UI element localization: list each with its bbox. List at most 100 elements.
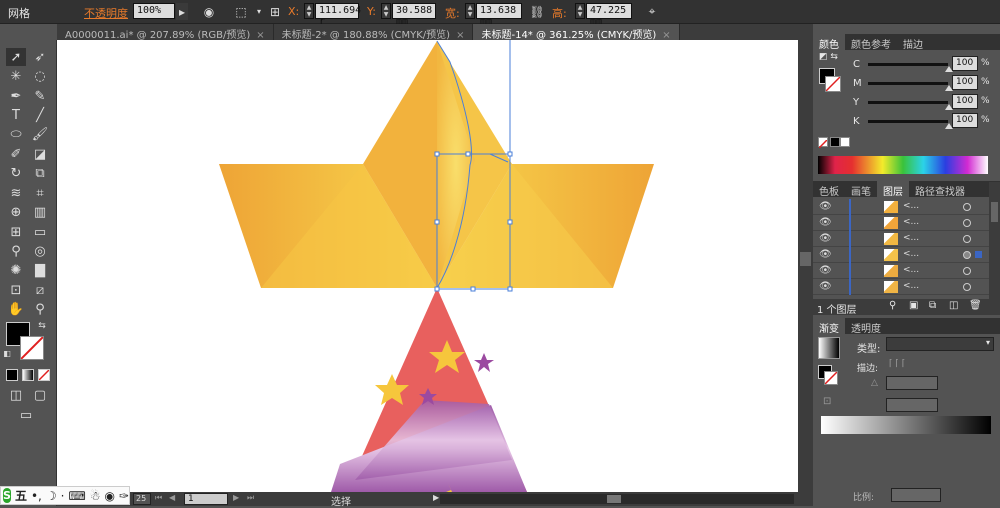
slider-track[interactable] <box>868 63 948 66</box>
stroke-swatch[interactable] <box>20 336 44 360</box>
dot-icon[interactable]: · <box>61 489 65 503</box>
clip-icon[interactable]: ▣ <box>909 300 918 311</box>
brush-icon[interactable]: 🖌 <box>30 125 50 143</box>
vertical-scrollbar[interactable] <box>798 40 813 492</box>
swap-icon[interactable]: ⇆ <box>36 320 48 332</box>
type-icon[interactable]: T <box>6 106 26 124</box>
layer-row[interactable]: 👁 <... <box>813 279 1000 295</box>
new-layer-icon[interactable]: ◫ <box>949 300 958 311</box>
h-input[interactable]: 47.225 mm <box>586 3 632 27</box>
eye-icon[interactable]: 👁 <box>819 201 832 212</box>
draw-normal-icon[interactable]: ◫ <box>6 386 26 404</box>
tab-color[interactable]: 颜色 <box>813 34 845 51</box>
tab-stroke[interactable]: 描边 <box>897 34 929 51</box>
x-input[interactable]: 111.694 r <box>315 3 361 27</box>
sogou-logo-icon[interactable]: S <box>3 488 11 503</box>
angle-dropdown[interactable] <box>886 376 938 390</box>
zoom-field[interactable]: 25 <box>133 493 151 505</box>
warp-icon[interactable]: ≋ <box>6 184 26 202</box>
slider-value[interactable]: 100 <box>952 113 978 128</box>
symbol-sprayer-icon[interactable]: ✺ <box>6 261 26 279</box>
tab-gradient[interactable]: 渐变 <box>813 318 845 335</box>
line-icon[interactable]: ╱ <box>30 106 50 124</box>
tab-transparency[interactable]: 透明度 <box>845 318 887 335</box>
magenta-slider[interactable]: M 100 % <box>813 75 1000 93</box>
slider-value[interactable]: 100 <box>952 75 978 90</box>
tab-brushes[interactable]: 画笔 <box>845 181 877 198</box>
target-icon[interactable] <box>963 203 971 211</box>
first-page-icon[interactable]: ⏮ <box>155 493 162 503</box>
scale-icon[interactable]: ⧉ <box>30 164 50 182</box>
moon-icon[interactable]: ☽ <box>46 489 57 503</box>
gradient-slider[interactable] <box>821 416 991 434</box>
eye-icon[interactable]: 👁 <box>819 281 832 292</box>
direct-select-icon[interactable]: ➶ <box>30 48 50 66</box>
tab-swatches[interactable]: 色板 <box>813 181 845 198</box>
constrain-link-icon[interactable]: ⛓ <box>528 3 546 20</box>
tab-color-guide[interactable]: 颜色参考 <box>845 34 897 51</box>
status-menu-icon[interactable]: ▶ <box>433 493 439 502</box>
eye-icon[interactable]: 👁 <box>819 233 832 244</box>
punctuation-icon[interactable]: •, <box>31 489 42 503</box>
layers-scrollbar[interactable] <box>989 182 1000 312</box>
gradient-stroke-swatch[interactable] <box>824 371 838 385</box>
stroke-mode-icons[interactable]: ⌈ ⌈ ⌈ <box>889 359 929 371</box>
yellow-slider[interactable]: Y 100 % <box>813 94 1000 112</box>
w-stepper[interactable]: ▲ ▼ <box>465 3 475 19</box>
skin-icon[interactable]: ◉ <box>105 489 115 503</box>
draw-behind-icon[interactable]: ▢ <box>30 386 50 404</box>
slider-value[interactable]: 100 <box>952 94 978 109</box>
shape-builder-icon[interactable]: ⊕ <box>6 203 26 221</box>
zoom-icon[interactable]: ⚲ <box>30 300 50 318</box>
pen-icon[interactable]: ✒ <box>6 87 26 105</box>
slice-icon[interactable]: ⧄ <box>30 281 50 299</box>
eraser-icon[interactable]: ◪ <box>30 145 50 163</box>
delete-icon[interactable]: 🗑 <box>969 300 982 311</box>
eye-icon[interactable]: 👁 <box>819 249 832 260</box>
wrench-icon[interactable]: ✑ <box>119 489 129 503</box>
none-swatch[interactable] <box>818 137 828 149</box>
tab-a0000011[interactable]: A0000011.ai* @ 207.89% (RGB/预览) × <box>57 24 274 41</box>
perspective-icon[interactable]: ▥ <box>30 203 50 221</box>
none-mode-icon[interactable] <box>38 369 50 381</box>
opacity-dropdown-icon[interactable]: ▸ <box>176 3 188 20</box>
pencil-icon[interactable]: ✐ <box>6 145 26 163</box>
hand-icon[interactable]: ✋ <box>6 300 26 318</box>
opacity-input[interactable]: 100% <box>133 3 175 19</box>
eye-icon[interactable]: 👁 <box>819 217 832 228</box>
w-input[interactable]: 13.638 mm <box>476 3 522 27</box>
y-input[interactable]: 30.588 mm <box>392 3 436 27</box>
align-icon[interactable]: ⬚ <box>232 3 250 20</box>
magic-wand-icon[interactable]: ✳ <box>6 67 26 85</box>
color-spectrum[interactable] <box>818 156 988 174</box>
reference-point-icon[interactable]: ⊞ <box>266 3 284 20</box>
h-stepper[interactable]: ▲ ▼ <box>575 3 585 19</box>
blend-icon[interactable]: ◎ <box>30 242 50 260</box>
scale-dropdown[interactable] <box>891 488 941 502</box>
color-mode-icon[interactable] <box>6 369 18 381</box>
layer-row[interactable]: 👁 <... <box>813 247 1000 263</box>
slider-track[interactable] <box>868 82 948 85</box>
recolor-icon[interactable]: ◉ <box>200 3 218 20</box>
target-icon[interactable] <box>963 283 971 291</box>
mesh-icon[interactable]: ⊞ <box>6 223 26 241</box>
page-field[interactable]: 1 <box>184 493 228 505</box>
layer-row[interactable]: 👁 <... <box>813 263 1000 279</box>
artboard-canvas[interactable] <box>57 40 798 492</box>
graph-icon[interactable]: ▇ <box>30 261 50 279</box>
target-icon[interactable] <box>963 235 971 243</box>
cyan-slider[interactable]: C 100 % <box>813 56 1000 74</box>
x-stepper[interactable]: ▲ ▼ <box>304 3 314 19</box>
gradient-preview[interactable] <box>818 337 840 359</box>
layers-scroll-thumb[interactable] <box>991 202 998 222</box>
tab-untitled-2[interactable]: 未标题-2* @ 180.88% (CMYK/预览) × <box>274 24 474 41</box>
tab-layers[interactable]: 图层 <box>877 181 909 198</box>
layer-row[interactable]: 👁 <... <box>813 215 1000 231</box>
user-icon[interactable]: ☃ <box>90 489 101 503</box>
layer-row[interactable]: 👁 <... <box>813 231 1000 247</box>
target-icon[interactable] <box>963 219 971 227</box>
default-colors-icon[interactable]: ◧ <box>2 348 12 358</box>
selection-indicator[interactable] <box>975 251 982 258</box>
gradient-icon[interactable]: ▭ <box>30 223 50 241</box>
black-slider[interactable]: K 100 % <box>813 113 1000 131</box>
